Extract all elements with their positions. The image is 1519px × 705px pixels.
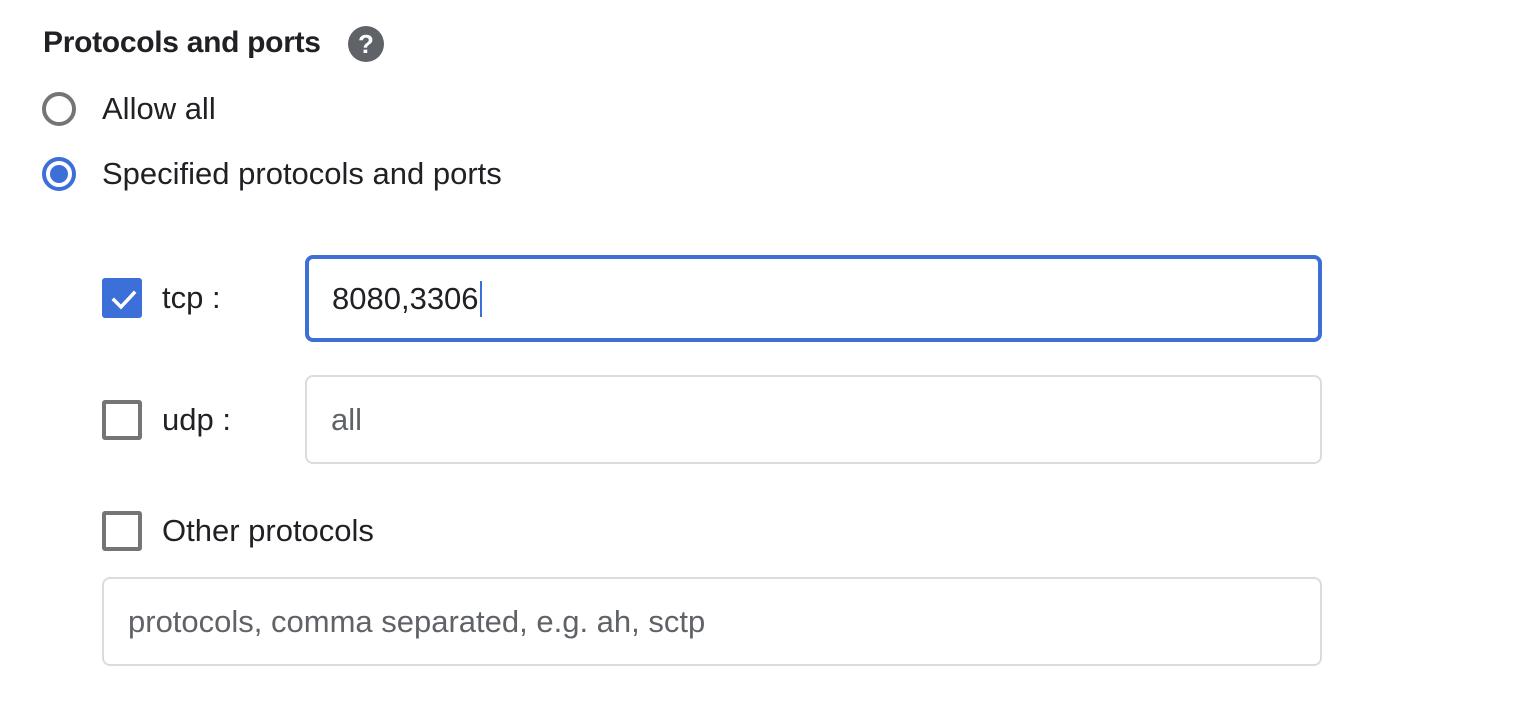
udp-checkbox[interactable] <box>102 400 142 440</box>
tcp-checkbox[interactable] <box>102 278 142 318</box>
allow-all-radio[interactable] <box>42 92 76 126</box>
other-protocols-input[interactable]: protocols, comma separated, e.g. ah, sct… <box>102 577 1322 666</box>
allow-all-label: Allow all <box>102 91 216 126</box>
tcp-label: tcp : <box>162 280 221 315</box>
other-protocols-label: Other protocols <box>162 513 374 548</box>
allow-all-radio-option[interactable]: Allow all <box>42 87 216 131</box>
checkmark-icon <box>111 290 137 310</box>
text-caret <box>479 280 482 317</box>
other-protocols-checkbox-option[interactable]: Other protocols <box>102 511 374 551</box>
specified-protocols-label: Specified protocols and ports <box>102 156 502 191</box>
tcp-ports-value: 8080,3306 <box>332 280 479 316</box>
udp-ports-placeholder: all <box>331 401 363 437</box>
other-protocols-placeholder: protocols, comma separated, e.g. ah, sct… <box>128 603 706 639</box>
tcp-checkbox-option[interactable]: tcp : <box>102 278 221 318</box>
specified-protocols-radio-option[interactable]: Specified protocols and ports <box>42 152 502 196</box>
protocols-and-ports-section: Protocols and ports ? Allow all Specifie… <box>0 0 1519 705</box>
section-title: Protocols and ports <box>43 26 321 59</box>
specified-protocols-radio[interactable] <box>42 157 76 191</box>
udp-label: udp : <box>162 402 231 437</box>
udp-ports-input[interactable]: all <box>305 375 1322 464</box>
tcp-ports-input[interactable]: 8080,3306 <box>305 255 1322 342</box>
udp-checkbox-option[interactable]: udp : <box>102 400 231 440</box>
other-protocols-checkbox[interactable] <box>102 511 142 551</box>
help-icon[interactable]: ? <box>348 26 384 62</box>
